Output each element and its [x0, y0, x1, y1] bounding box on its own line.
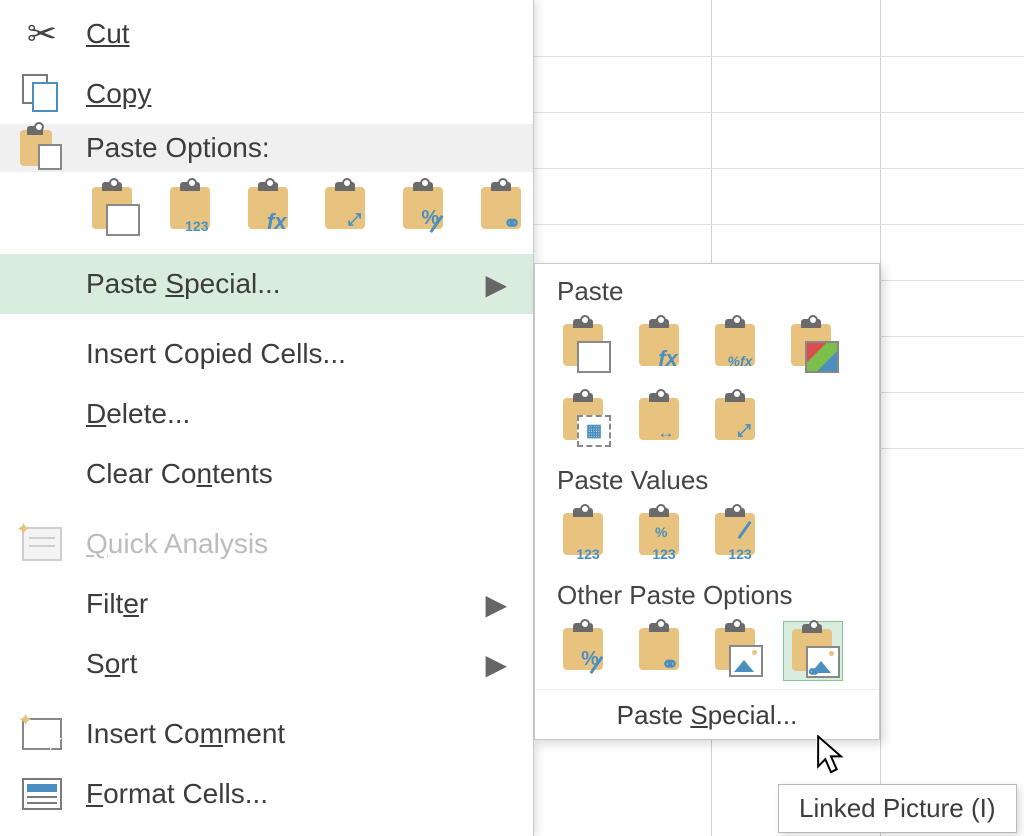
submenu-paste-row2: ▦ ↔ ⤢: [535, 385, 879, 459]
submenu-paste-header: Paste: [535, 270, 879, 311]
paste-formulas-icon[interactable]: fx: [240, 180, 300, 240]
paste-options-label: Paste Options:: [86, 132, 270, 164]
menu-paste-special[interactable]: Paste Special... ▶: [0, 254, 533, 314]
format-cells-icon: [14, 778, 70, 810]
paste-formulas2-icon[interactable]: fx: [631, 317, 691, 377]
paste-formatting-icon[interactable]: %: [395, 180, 455, 240]
submenu-values-row: 123 %123 123: [535, 500, 879, 574]
menu-insert-copied-cells[interactable]: Insert Copied Cells...: [0, 324, 533, 384]
paste-special-submenu: Paste fx %fx ▦ ↔ ⤢ Paste Values 123 %123…: [534, 263, 880, 740]
submenu-arrow-icon: ▶: [485, 588, 507, 621]
context-menu: ✂ Cut Copy Paste Options: 123 fx ⤢ %: [0, 0, 534, 836]
submenu-paste-row1: fx %fx: [535, 311, 879, 385]
paste-no-borders-icon[interactable]: ▦: [555, 391, 615, 451]
paste-options-header: Paste Options:: [0, 124, 533, 172]
menu-insert-comment[interactable]: ✦ Insert Comment: [0, 704, 533, 764]
submenu-other-header: Other Paste Options: [535, 574, 879, 615]
paste-transpose2-icon[interactable]: ⤢: [707, 391, 767, 451]
paste-values-sourcefmt-icon[interactable]: 123: [707, 506, 767, 566]
paste-icon: [14, 126, 70, 170]
paste-formatting2-icon[interactable]: %: [555, 621, 615, 681]
menu-sort[interactable]: Sort ▶: [0, 634, 533, 694]
comment-icon: ✦: [14, 718, 70, 750]
menu-format-cells[interactable]: Format Cells...: [0, 764, 533, 824]
quick-analysis-icon: ✦: [14, 527, 70, 561]
paste-options-row: 123 fx ⤢ % ⚭: [0, 172, 533, 254]
copy-icon: [14, 74, 70, 114]
submenu-other-row: % ⚭ ⚭: [535, 615, 879, 689]
menu-insert-copied-label: Insert Copied Cells...: [86, 338, 346, 370]
menu-cut-label: Cut: [86, 18, 130, 49]
paste-all-icon[interactable]: [555, 317, 615, 377]
paste-values2-icon[interactable]: 123: [555, 506, 615, 566]
submenu-paste-special-footer[interactable]: Paste Special...: [535, 689, 879, 739]
paste-picture-icon[interactable]: [707, 621, 767, 681]
paste-linked-picture-icon[interactable]: ⚭: [783, 621, 843, 681]
paste-keep-source-fmt-icon[interactable]: [783, 317, 843, 377]
tooltip-label: Linked Picture (I): [799, 793, 996, 823]
scissors-icon: ✂: [14, 13, 70, 55]
menu-filter[interactable]: Filter ▶: [0, 574, 533, 634]
paste-formulas-numberfmt-icon[interactable]: %fx: [707, 317, 767, 377]
paste-transpose-icon[interactable]: ⤢: [317, 180, 377, 240]
paste-keep-colwidth-icon[interactable]: ↔: [631, 391, 691, 451]
menu-copy-label: Copy: [86, 78, 151, 109]
submenu-arrow-icon: ▶: [485, 268, 507, 301]
menu-quick-analysis: ✦ Quick Analysis: [0, 514, 533, 574]
tooltip-linked-picture: Linked Picture (I): [778, 784, 1017, 833]
menu-clear-contents[interactable]: Clear Contents: [0, 444, 533, 504]
paste-keep-source-icon[interactable]: [84, 180, 144, 240]
submenu-values-header: Paste Values: [535, 459, 879, 500]
paste-link-icon[interactable]: ⚭: [473, 180, 533, 240]
menu-copy[interactable]: Copy: [0, 64, 533, 124]
menu-cut[interactable]: ✂ Cut: [0, 4, 533, 64]
paste-values-icon[interactable]: 123: [162, 180, 222, 240]
submenu-arrow-icon: ▶: [485, 648, 507, 681]
menu-delete[interactable]: Delete...: [0, 384, 533, 444]
paste-link2-icon[interactable]: ⚭: [631, 621, 691, 681]
paste-values-numberfmt-icon[interactable]: %123: [631, 506, 691, 566]
